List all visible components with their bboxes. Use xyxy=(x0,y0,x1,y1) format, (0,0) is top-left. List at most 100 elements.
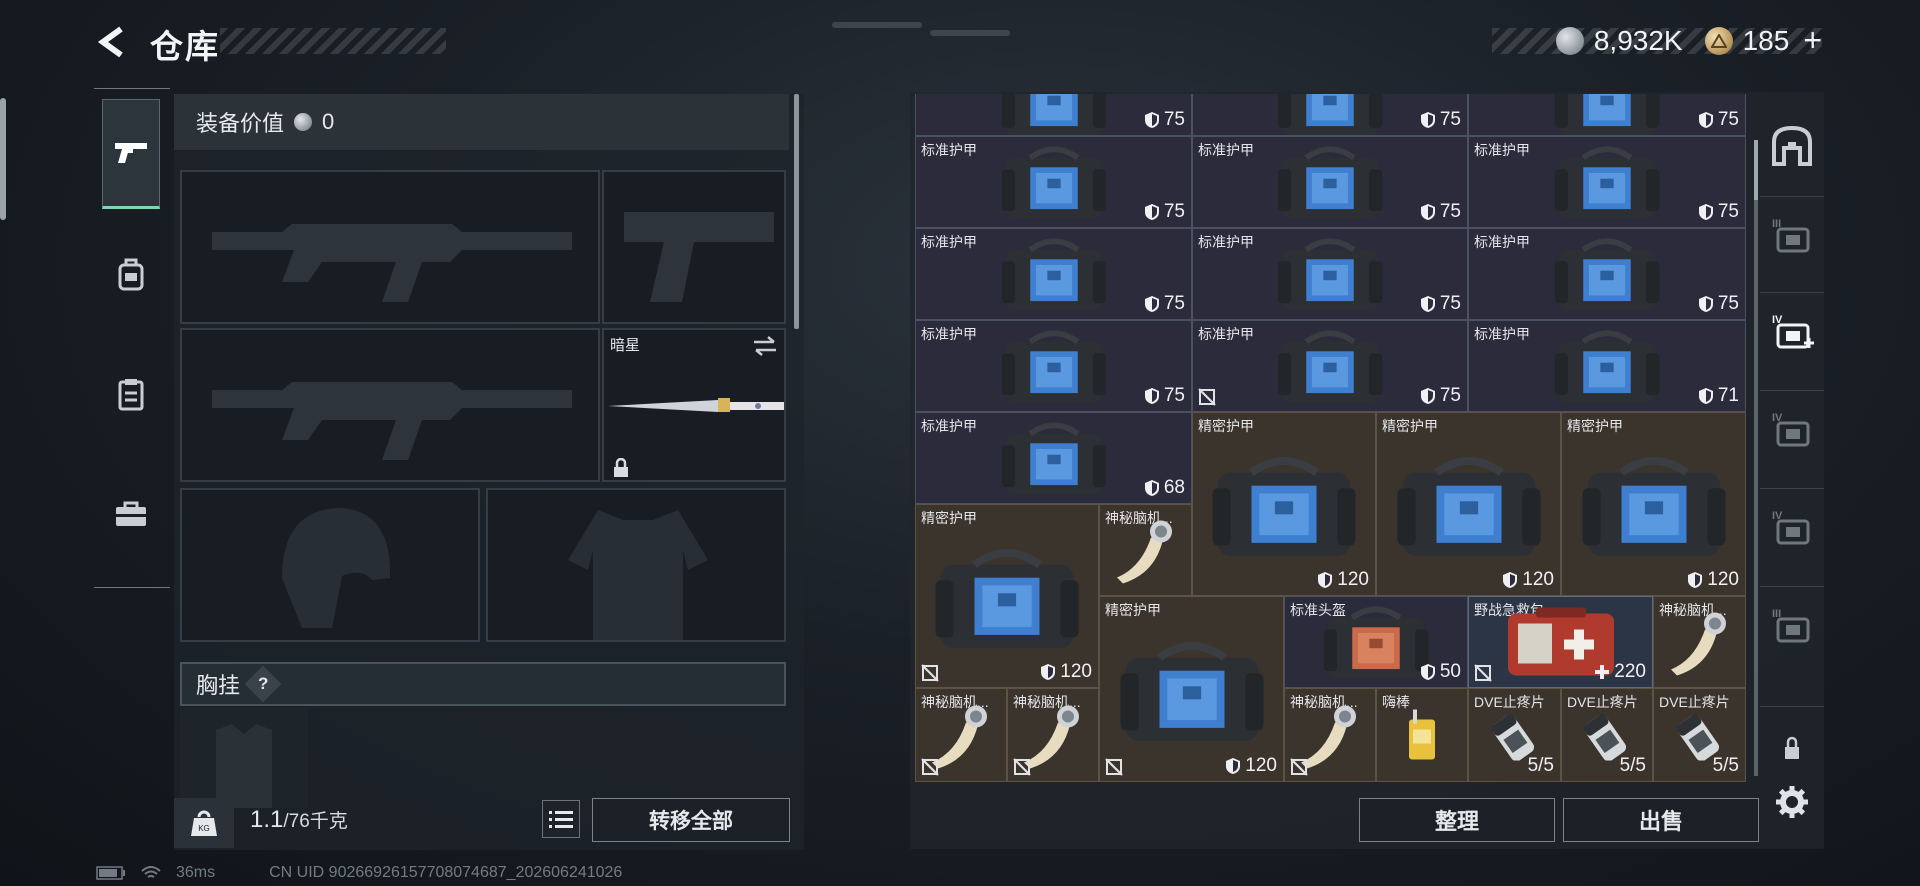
item-value: 5/5 xyxy=(1620,755,1646,777)
weight-icon: KG xyxy=(174,798,234,848)
item-value-text: 71 xyxy=(1717,385,1739,406)
inventory-item[interactable]: 精密护甲 120 xyxy=(1099,596,1284,782)
silver-amount: 8,932K xyxy=(1593,24,1683,56)
item-name: 标准护甲 xyxy=(1474,234,1530,250)
item-name: 标准护甲 xyxy=(921,418,977,434)
svg-text:IV: IV xyxy=(1772,412,1783,424)
inventory-item[interactable]: 标准护甲 75 xyxy=(915,228,1192,320)
helmet-silhouette-icon xyxy=(282,508,391,628)
inventory-item[interactable]: 精密护甲 120 xyxy=(915,504,1099,688)
item-value: 50 xyxy=(1420,661,1461,683)
melee-slot[interactable]: 暗星 xyxy=(602,328,786,482)
inventory-item[interactable]: 精密护甲 120 xyxy=(1561,412,1746,596)
rail-tab-storage-main[interactable] xyxy=(1760,106,1824,186)
item-illustration xyxy=(1277,141,1383,227)
inventory-item[interactable]: 标准护甲 75 xyxy=(1192,136,1468,228)
inventory-item[interactable]: DVE止疼片 5/5 xyxy=(1653,688,1746,782)
rail-tab-storage-tier-3-b[interactable]: III xyxy=(1760,586,1824,666)
inventory-item[interactable]: 75 xyxy=(915,94,1192,136)
inventory-item[interactable]: 嗨棒 xyxy=(1376,688,1468,782)
armor-bag-icon xyxy=(1277,146,1383,219)
item-illustration xyxy=(1277,94,1383,135)
add-currency-button[interactable]: + xyxy=(1803,22,1822,59)
painkiller-icon xyxy=(1675,714,1719,762)
armor-bag-icon xyxy=(1397,456,1540,556)
inventory-item[interactable]: 神秘脑机... xyxy=(1007,688,1099,782)
equipment-scrollbar[interactable] xyxy=(794,94,799,329)
sidearm-slot[interactable] xyxy=(602,170,786,324)
inventory-item[interactable]: 神秘脑机... xyxy=(1653,596,1746,688)
inventory-item[interactable]: 标准护甲 75 xyxy=(915,320,1192,412)
silver-coin-icon xyxy=(294,113,313,131)
rail-tab-storage-tier-4-c[interactable]: IV xyxy=(1760,488,1824,568)
inventory-item[interactable]: 75 xyxy=(1468,94,1746,136)
back-button[interactable] xyxy=(92,22,132,62)
item-illustration xyxy=(1397,449,1540,568)
transfer-all-button[interactable]: 转移全部 xyxy=(592,798,790,842)
armor-bag-icon xyxy=(1001,94,1106,135)
item-illustration xyxy=(1001,417,1106,503)
rail-tab-storage-tier-4-b[interactable]: IV xyxy=(1760,390,1824,470)
item-illustration xyxy=(1001,325,1106,411)
inventory-item[interactable]: DVE止疼片 5/5 xyxy=(1561,688,1653,782)
rail-tab-storage-tier-4-a[interactable]: IV xyxy=(1760,292,1824,372)
inventory-item[interactable]: 标准护甲 68 xyxy=(915,412,1192,504)
inventory-item[interactable]: DVE止疼片 5/5 xyxy=(1468,688,1561,782)
helmet-slot[interactable] xyxy=(180,488,480,642)
inventory-item[interactable]: 标准护甲 71 xyxy=(1468,320,1746,412)
inventory-scrollbar[interactable] xyxy=(1754,140,1758,776)
chest-rig-slot[interactable] xyxy=(180,708,308,808)
inventory-item[interactable]: 神秘脑机... xyxy=(915,688,1007,782)
tab-toolbox[interactable] xyxy=(102,459,160,569)
container-icon: III xyxy=(1772,608,1810,642)
item-name: DVE止疼片 xyxy=(1474,694,1545,710)
inventory-item[interactable]: 标准护甲 75 xyxy=(1192,228,1468,320)
item-illustration xyxy=(1554,94,1660,135)
inventory-item[interactable]: 标准护甲 75 xyxy=(1468,136,1746,228)
inventory-item[interactable]: 神秘脑机... xyxy=(1284,688,1376,782)
rail-tab-storage-locked[interactable] xyxy=(1760,706,1824,786)
item-value-text: 75 xyxy=(1439,293,1461,314)
sell-button[interactable]: 出售 xyxy=(1563,798,1759,842)
armor-shield-icon xyxy=(1144,204,1159,220)
inventory-scroll-thumb[interactable] xyxy=(1754,140,1758,200)
inventory-item[interactable]: 标准护甲 75 xyxy=(1192,320,1468,412)
secondary-weapon-slot[interactable] xyxy=(180,328,600,482)
item-value-text: 68 xyxy=(1163,477,1185,498)
pistol-icon xyxy=(115,143,147,163)
inventory-item[interactable]: 标准护甲 75 xyxy=(1468,228,1746,320)
item-name: 标准护甲 xyxy=(1198,142,1254,158)
settings-button[interactable] xyxy=(1772,782,1812,822)
item-value-text: 75 xyxy=(1439,385,1461,406)
primary-weapon-slot[interactable] xyxy=(180,170,600,324)
sort-button[interactable]: 整理 xyxy=(1359,798,1555,842)
swap-icon[interactable] xyxy=(752,336,778,356)
item-value-text: 120 xyxy=(1522,569,1554,590)
inventory-item[interactable]: 野战急救包 220 xyxy=(1468,596,1653,688)
untradeable-icon xyxy=(1290,758,1308,776)
list-view-button[interactable] xyxy=(542,800,580,838)
help-icon[interactable]: ? xyxy=(244,665,282,703)
item-value-text: 5/5 xyxy=(1527,755,1554,776)
rail-tab-storage-tier-3-a[interactable]: III xyxy=(1760,196,1824,276)
item-value-text: 220 xyxy=(1614,661,1646,682)
untradeable-icon xyxy=(1105,758,1123,776)
tab-armor[interactable] xyxy=(102,219,160,329)
inventory-item[interactable]: 标准头盔 50 xyxy=(1284,596,1468,688)
tab-weapons[interactable] xyxy=(102,99,160,209)
inventory-item[interactable]: 神秘脑机... xyxy=(1099,504,1192,596)
armor-bag-icon xyxy=(1554,146,1660,219)
inventory-item[interactable]: 75 xyxy=(1192,94,1468,136)
item-value-text: 5/5 xyxy=(1619,755,1646,776)
inventory-item[interactable]: 精密护甲 120 xyxy=(1192,412,1376,596)
body-armor-slot[interactable] xyxy=(486,488,786,642)
page-scroll-indicator xyxy=(0,98,6,220)
item-value: 75 xyxy=(1144,385,1185,407)
item-value: 120 xyxy=(1317,569,1369,591)
tab-chest-rig[interactable] xyxy=(102,339,160,449)
gear-icon xyxy=(1776,786,1808,818)
wifi-icon xyxy=(141,866,161,878)
inventory-item[interactable]: 标准护甲 75 xyxy=(915,136,1192,228)
inventory-item[interactable]: 精密护甲 120 xyxy=(1376,412,1561,596)
storage-rail: III IV IV IV III xyxy=(1760,96,1824,796)
